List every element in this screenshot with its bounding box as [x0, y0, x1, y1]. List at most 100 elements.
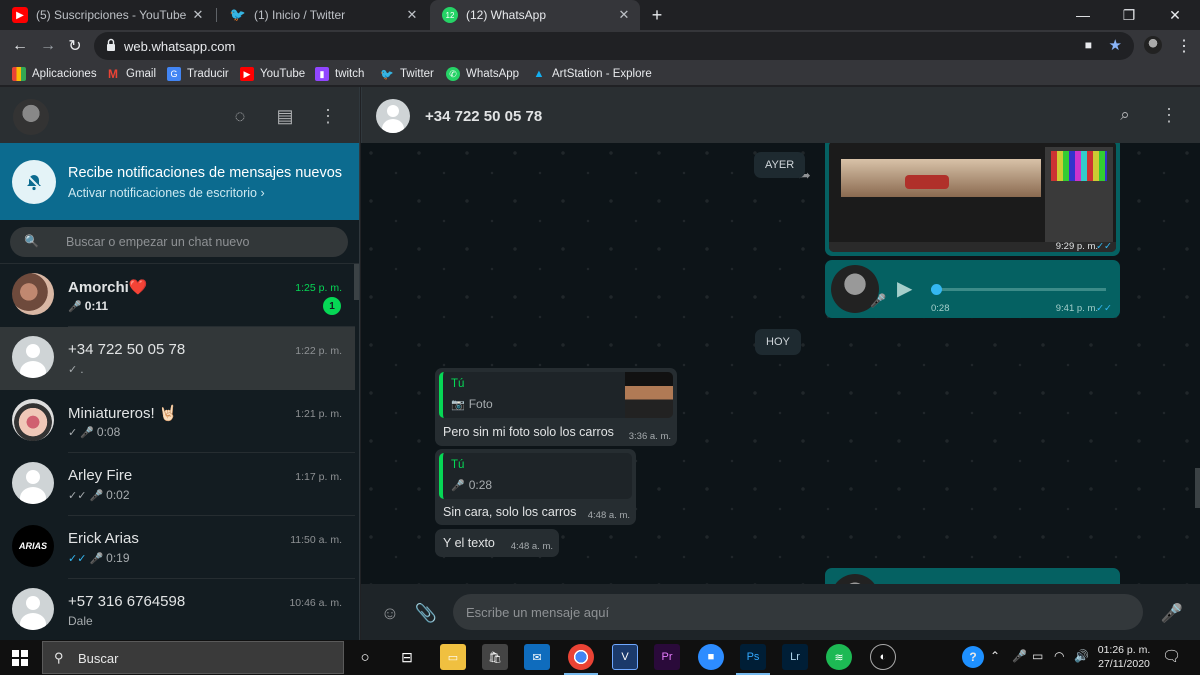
close-window-button[interactable]: ✕	[1152, 0, 1198, 30]
chat-time: 1:21 p. m.	[295, 408, 342, 420]
help-icon[interactable]: ?	[962, 646, 984, 668]
conversation-header[interactable]: +34 722 50 05 78 ⌕ ⋮	[361, 87, 1200, 143]
message-bubble[interactable]: Tú 🎤 0:28 Sin cara, solo los carros 4:48…	[435, 449, 636, 525]
notification-banner[interactable]: Recibe notificaciones de mensajes nuevos…	[0, 143, 359, 220]
close-tab-icon[interactable]: ✕	[616, 7, 632, 23]
close-tab-icon[interactable]: ✕	[190, 7, 206, 23]
emoji-icon[interactable]: ☺	[378, 601, 402, 625]
chat-item-selected[interactable]: +34 722 50 05 78 1:22 p. m. ✓ .	[0, 327, 355, 390]
microphone-icon[interactable]: 🎤	[1160, 601, 1184, 625]
image-message[interactable]: 9:29 p. m. ✓✓	[825, 143, 1120, 256]
bookmark-label: YouTube	[260, 68, 306, 80]
bookmark-twitter[interactable]: 🐦 Twitter	[380, 66, 434, 82]
tab-youtube[interactable]: ▶ (5) Suscripciones - YouTube ✕	[0, 0, 214, 30]
chat-preview: ✓ 🎤 0:08	[68, 425, 120, 439]
battery-icon[interactable]: ▭	[1032, 649, 1043, 663]
new-chat-icon[interactable]: ▤	[274, 105, 296, 127]
reload-icon[interactable]: ↻	[63, 34, 87, 58]
bookmark-label: WhatsApp	[466, 68, 520, 80]
bookmark-twitch[interactable]: ▮ twitch	[315, 66, 364, 82]
new-tab-button[interactable]: +	[644, 0, 670, 30]
taskbar-search[interactable]: ⚲ Buscar	[42, 641, 344, 674]
audio-progress-track[interactable]	[931, 288, 1106, 291]
spotify-icon[interactable]: ≋	[826, 644, 852, 670]
start-button[interactable]	[0, 640, 40, 675]
search-box[interactable]: 🔍	[10, 227, 348, 257]
bookmark-translate[interactable]: G Traducir	[167, 66, 229, 82]
single-check-icon: ✓	[68, 426, 78, 439]
minimize-button[interactable]: —	[1060, 0, 1106, 30]
camera-icon: 📷	[451, 398, 465, 411]
chat-item[interactable]: +57 316 6764598 10:46 a. m. Dale	[0, 579, 355, 640]
default-avatar-icon[interactable]	[376, 99, 410, 133]
notifications-icon[interactable]: 🗨	[1162, 647, 1181, 665]
vegas-icon[interactable]: V	[612, 644, 638, 670]
chat-item[interactable]: Miniatureros! 🤘🏻 1:21 p. m. ✓ 🎤 0:08	[0, 390, 355, 453]
audio-seek-knob[interactable]	[931, 284, 942, 295]
store-icon[interactable]: 🛍	[482, 644, 508, 670]
microphone-icon: 🎤	[68, 300, 82, 313]
lock-icon	[107, 38, 115, 51]
browser-menu-icon[interactable]: ⋮	[1172, 34, 1196, 58]
bookmark-gmail[interactable]: M Gmail	[106, 66, 156, 82]
screenshot-thumbnail[interactable]	[829, 143, 1116, 252]
attach-icon[interactable]: 📎	[414, 601, 438, 625]
camera-icon[interactable]: ■	[1085, 38, 1092, 52]
cortana-icon[interactable]: ○	[352, 644, 378, 670]
message-input[interactable]	[453, 594, 1143, 630]
bookmark-apps[interactable]: Aplicaciones	[12, 66, 97, 82]
obs-icon[interactable]: ◐	[870, 644, 896, 670]
quoted-message[interactable]: Tú 📷 Foto	[439, 372, 673, 418]
enable-notifications-link[interactable]: Activar notificaciones de escritorio ›	[68, 186, 265, 200]
tab-title: (5) Suscripciones - YouTube	[36, 8, 187, 22]
chat-item[interactable]: Amorchi❤️ 1:25 p. m. 🎤 0:11 1	[0, 264, 355, 327]
tab-twitter[interactable]: 🐦 (1) Inicio / Twitter ✕	[218, 0, 428, 30]
file-explorer-icon[interactable]: ▭	[440, 644, 466, 670]
bookmark-whatsapp[interactable]: ✆ WhatsApp	[446, 66, 519, 82]
scrollbar[interactable]	[354, 264, 359, 300]
restore-button[interactable]: ❐	[1106, 0, 1152, 30]
search-icon[interactable]: 🔍	[24, 234, 39, 248]
my-avatar[interactable]	[13, 99, 49, 135]
message-bubble[interactable]: Tú 📷 Foto Pero sin mi foto solo los carr…	[435, 368, 677, 446]
status-icon[interactable]: ◌	[229, 105, 251, 127]
play-icon[interactable]: ▶	[897, 276, 912, 301]
bookmark-youtube[interactable]: ▶ YouTube	[240, 66, 305, 82]
chrome-icon[interactable]	[564, 644, 598, 675]
volume-icon[interactable]: 🔊	[1074, 649, 1089, 663]
search-icon[interactable]: ⌕	[1114, 104, 1136, 126]
menu-icon[interactable]: ⋮	[1158, 104, 1180, 126]
back-icon[interactable]: ←	[8, 34, 32, 58]
message-bubble[interactable]: Y el texto 4:48 a. m.	[435, 529, 559, 557]
contact-avatar: ARIAS	[12, 525, 54, 567]
bookmark-star-icon[interactable]: ★	[1109, 36, 1122, 54]
voice-message[interactable]: 🎤 ▶ 0:28 9:41 p. m. ✓✓	[825, 260, 1120, 318]
chat-item[interactable]: Arley Fire 1:17 p. m. ✓✓ 🎤 0:02	[0, 453, 355, 516]
wifi-icon[interactable]: ◠	[1054, 649, 1064, 663]
address-bar[interactable]: web.whatsapp.com ■ ★	[94, 32, 1134, 60]
chat-item[interactable]: ARIAS Erick Arias 11:50 a. m. ✓✓ 🎤 0:19	[0, 516, 355, 579]
profile-avatar[interactable]	[1144, 36, 1162, 54]
mail-icon[interactable]: ✉	[524, 644, 550, 670]
chat-name: Arley Fire	[68, 467, 133, 484]
task-view-icon[interactable]: ⊟	[394, 644, 420, 670]
forward-icon[interactable]: →	[36, 34, 60, 58]
youtube-icon: ▶	[12, 7, 28, 23]
contact-name[interactable]: +34 722 50 05 78	[425, 108, 542, 125]
zoom-icon[interactable]: ■	[698, 644, 724, 670]
tab-whatsapp[interactable]: 12 (12) WhatsApp ✕	[430, 0, 640, 30]
quoted-message[interactable]: Tú 🎤 0:28	[439, 453, 632, 499]
search-input[interactable]	[66, 232, 336, 252]
chevron-up-icon[interactable]: ⌃	[990, 649, 1000, 663]
scrollbar[interactable]	[1195, 468, 1200, 508]
microphone-icon[interactable]: 🎤	[1012, 649, 1027, 663]
lightroom-icon[interactable]: Lr	[782, 644, 808, 670]
system-clock[interactable]: 01:26 p. m. 27/11/2020	[1094, 643, 1154, 671]
photoshop-icon[interactable]: Ps	[736, 644, 770, 675]
premiere-icon[interactable]: Pr	[654, 644, 680, 670]
bookmark-artstation[interactable]: ▲ ArtStation - Explore	[532, 66, 652, 82]
menu-icon[interactable]: ⋮	[317, 105, 339, 127]
close-tab-icon[interactable]: ✕	[404, 7, 420, 23]
chat-time: 1:17 p. m.	[295, 471, 342, 483]
image-message[interactable]	[825, 568, 1120, 584]
